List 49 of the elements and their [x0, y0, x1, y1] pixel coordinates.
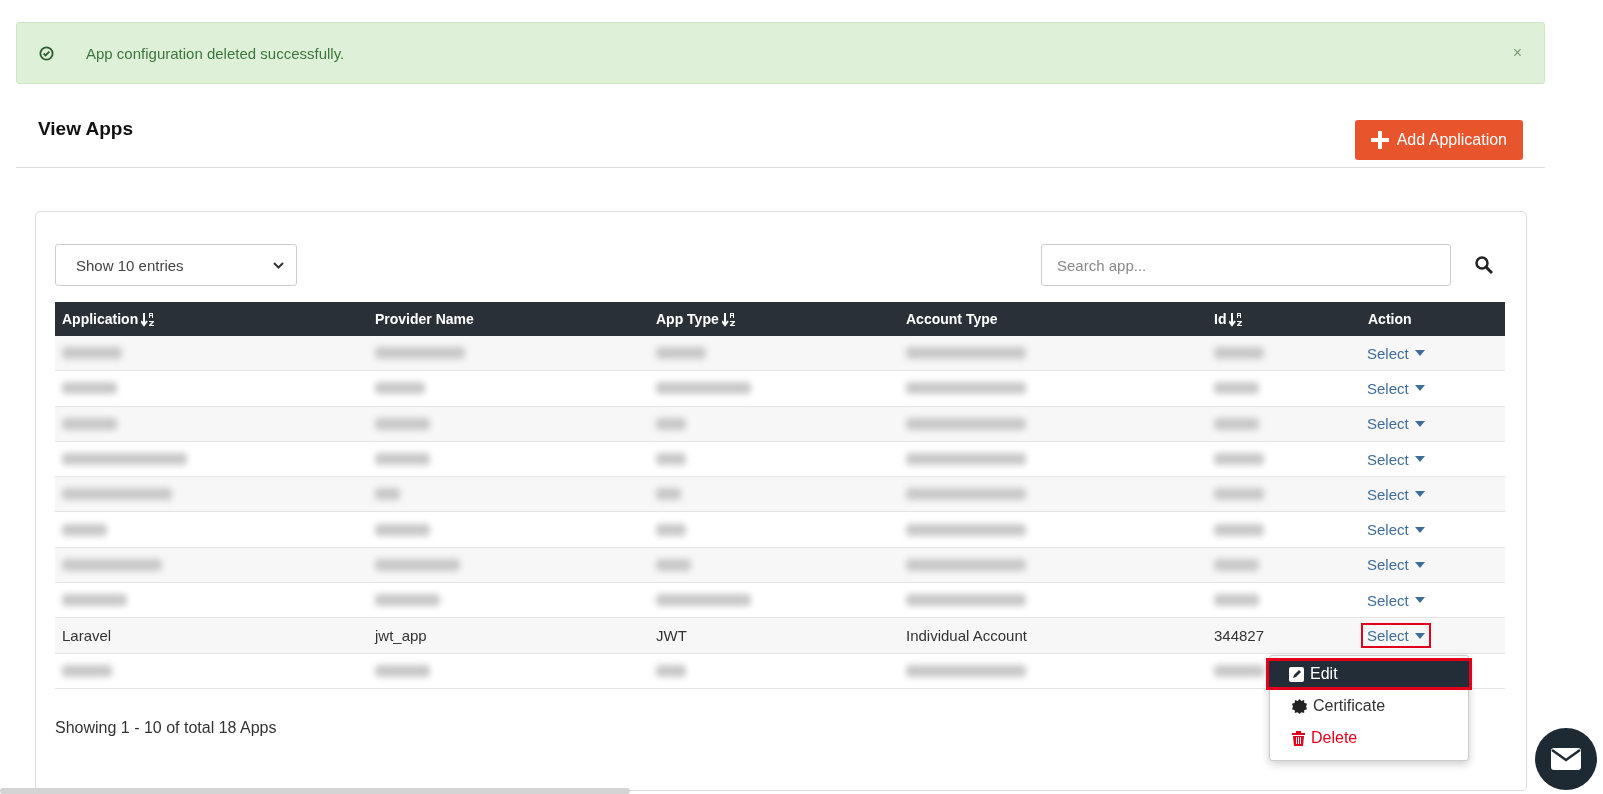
- caret-icon: [1414, 491, 1425, 498]
- column-header[interactable]: App Type: [656, 311, 719, 327]
- search-field[interactable]: Search app...: [1041, 244, 1451, 286]
- entries-select[interactable]: Show 10 entries: [55, 244, 297, 286]
- menu-item[interactable]: Delete: [1270, 722, 1468, 754]
- caret-icon: [1414, 632, 1425, 639]
- sort-icon[interactable]: [721, 311, 736, 327]
- sort-icon[interactable]: [141, 311, 156, 327]
- column-header: Action: [1368, 311, 1412, 327]
- caret-icon: [1414, 420, 1425, 427]
- select-dropdown[interactable]: Select: [1361, 517, 1431, 543]
- pencil-icon: [1289, 666, 1304, 682]
- entries-summary: Showing 1 - 10 of total 18 Apps: [55, 718, 277, 736]
- menu-item[interactable]: Certificate: [1270, 690, 1468, 722]
- page-title: View Apps: [38, 118, 134, 140]
- table-cell: 344827: [1214, 627, 1265, 644]
- caret-icon: [1414, 456, 1425, 463]
- envelope-icon: [1550, 747, 1582, 771]
- search-icon[interactable]: [1475, 256, 1493, 274]
- table-cell: Individual Account: [906, 627, 1027, 644]
- caret-icon: [1414, 561, 1425, 568]
- caret-icon: [1414, 597, 1425, 604]
- table-cell: JWT: [656, 627, 687, 644]
- chevron-down-icon: [273, 261, 284, 269]
- sort-icon[interactable]: [1229, 311, 1244, 327]
- column-header[interactable]: Id: [1214, 311, 1227, 327]
- table-cell: jwt_app: [375, 627, 427, 644]
- check-circle-icon: [39, 45, 54, 61]
- select-dropdown[interactable]: Select: [1361, 481, 1431, 507]
- select-dropdown[interactable]: Select: [1361, 375, 1431, 401]
- badge-icon: [1292, 698, 1307, 714]
- column-header: Account Type: [906, 311, 998, 327]
- plus-icon: [1370, 131, 1389, 149]
- column-header: Provider Name: [375, 311, 474, 327]
- trash-icon: [1292, 730, 1305, 746]
- caret-icon: [1414, 350, 1425, 357]
- select-dropdown[interactable]: Select: [1361, 340, 1431, 366]
- alert-message: App configuration deleted successfully.: [86, 44, 346, 62]
- select-dropdown[interactable]: Select: [1361, 623, 1431, 648]
- select-dropdown[interactable]: Select: [1361, 411, 1431, 437]
- caret-icon: [1414, 526, 1425, 533]
- caret-icon: [1414, 385, 1425, 392]
- select-dropdown[interactable]: Select: [1361, 552, 1431, 578]
- select-dropdown[interactable]: Select: [1361, 587, 1431, 613]
- select-dropdown[interactable]: Select: [1361, 446, 1431, 472]
- table-cell: Laravel: [62, 627, 112, 644]
- add-application-button[interactable]: Add Application: [1354, 120, 1523, 160]
- column-header[interactable]: Application: [62, 311, 139, 327]
- menu-item[interactable]: Edit: [1266, 658, 1472, 690]
